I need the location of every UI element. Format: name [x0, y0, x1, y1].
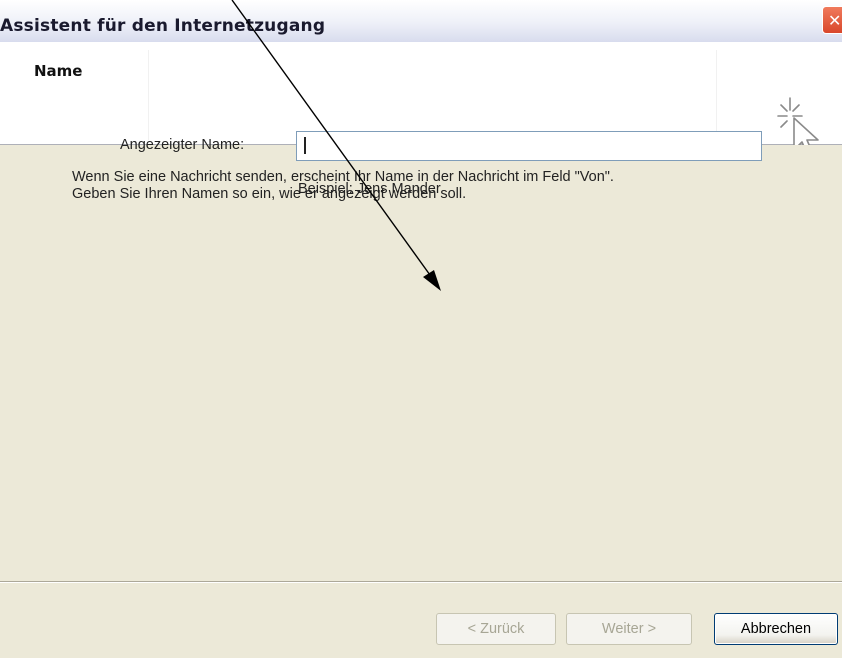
header-divider — [716, 50, 717, 140]
header-divider — [148, 50, 149, 140]
wizard-dialog: Assistent für den Internetzugang ✕ Name … — [0, 0, 842, 666]
footer-divider — [0, 582, 842, 583]
close-icon: ✕ — [828, 11, 842, 30]
page-title: Name — [34, 62, 83, 80]
close-button[interactable]: ✕ — [822, 6, 842, 34]
display-name-input[interactable] — [296, 131, 762, 161]
cancel-button[interactable]: Abbrechen — [714, 613, 838, 645]
wizard-header: Name — [0, 42, 842, 157]
title-bar[interactable]: Assistent für den Internetzugang ✕ — [0, 0, 842, 43]
bottom-strip — [0, 658, 842, 666]
back-button[interactable]: < Zurück — [436, 613, 556, 645]
wizard-body: Wenn Sie eine Nachricht senden, erschein… — [0, 145, 842, 581]
window-title: Assistent für den Internetzugang — [0, 16, 326, 36]
example-hint: Beispiel: Jens Mander — [298, 181, 441, 197]
text-caret — [304, 137, 306, 154]
display-name-label: Angezeigter Name: — [120, 137, 245, 153]
next-button[interactable]: Weiter > — [566, 613, 692, 645]
